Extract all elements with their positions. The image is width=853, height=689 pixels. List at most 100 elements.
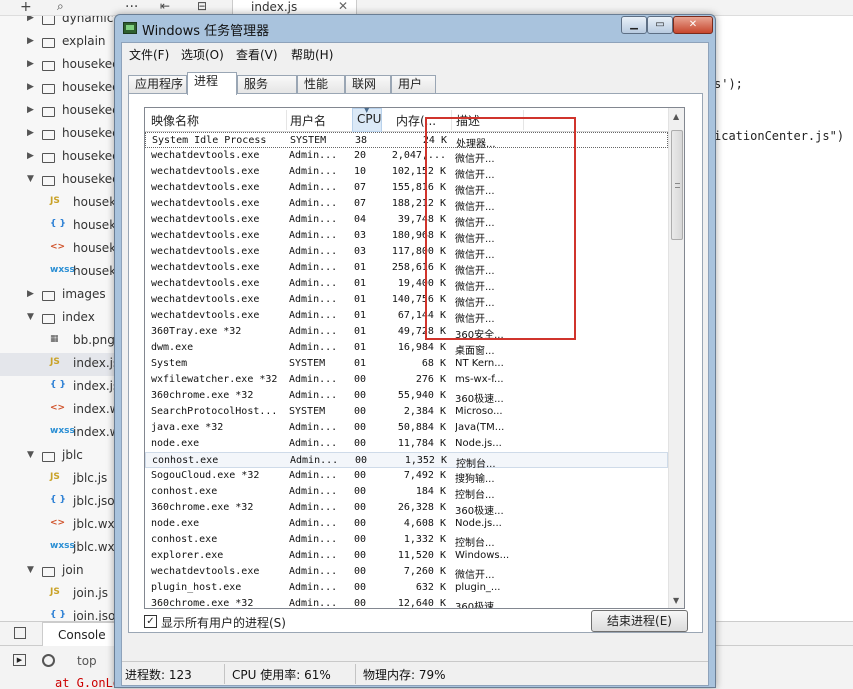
process-row[interactable]: System SYSTEM 01 68 K NT Kern... bbox=[145, 356, 668, 372]
minimize-button[interactable]: ▁ bbox=[621, 16, 647, 34]
back-arrow-icon[interactable]: ⇤ bbox=[160, 0, 170, 13]
tab-services[interactable]: 服务 bbox=[237, 75, 297, 94]
tree-item[interactable]: wxss index.w bbox=[0, 422, 117, 445]
tree-item[interactable]: ▼ index bbox=[0, 307, 117, 330]
show-all-users-checkbox[interactable]: ✓ 显示所有用户的进程(S) bbox=[144, 614, 344, 630]
tree-item[interactable]: { } index.js bbox=[0, 376, 117, 399]
tree-item[interactable]: ▶ housekee bbox=[0, 77, 117, 100]
tree-item[interactable]: ▼ jblc bbox=[0, 445, 117, 468]
process-row[interactable]: wechatdevtools.exe Admin... 01 140,756 K 微信开… bbox=[145, 292, 668, 309]
close-icon[interactable]: ✕ bbox=[338, 0, 348, 13]
end-process-button[interactable]: 结束进程(E) bbox=[591, 610, 688, 632]
column-image-name[interactable]: 映像名称 bbox=[151, 112, 199, 129]
clear-console-icon[interactable] bbox=[42, 654, 55, 667]
process-row[interactable]: wechatdevtools.exe Admin... 03 117,800 K 微信开… bbox=[145, 244, 668, 261]
tree-item[interactable]: <> housekee bbox=[0, 238, 117, 261]
tab-processes[interactable]: 进程 bbox=[187, 72, 237, 95]
tree-item[interactable]: JS housekee bbox=[0, 192, 117, 215]
scrollbar-thumb[interactable] bbox=[671, 130, 683, 240]
process-row[interactable]: wechatdevtools.exe Admin... 07 188,212 K 微信开… bbox=[145, 196, 668, 213]
process-row[interactable]: node.exe Admin... 00 4,608 K Node.js... bbox=[145, 516, 668, 532]
chevron-right-icon[interactable]: ▶ bbox=[27, 16, 34, 23]
chevron-right-icon[interactable]: ▶ bbox=[27, 289, 34, 299]
more-icon[interactable]: ··· bbox=[125, 0, 138, 15]
tree-item[interactable]: <> jblc.wxm bbox=[0, 514, 117, 537]
vertical-scrollbar[interactable]: ▲ ▼ bbox=[668, 108, 684, 608]
process-row[interactable]: plugin_host.exe Admin... 00 632 K plugin_... bbox=[145, 580, 668, 596]
chevron-down-icon[interactable]: ▼ bbox=[27, 312, 34, 322]
column-user-name[interactable]: 用户名 bbox=[290, 112, 326, 129]
checkbox-check-icon[interactable]: ✓ bbox=[144, 615, 157, 628]
tree-item[interactable]: wxsshousekee bbox=[0, 261, 117, 284]
menu-options[interactable]: 选项(O) bbox=[181, 46, 224, 63]
process-row[interactable]: 360chrome.exe *32 Admin... 00 26,328 K 360极速… bbox=[145, 500, 668, 517]
chevron-down-icon[interactable]: ▼ bbox=[27, 565, 34, 575]
tab-users[interactable]: 用户 bbox=[391, 75, 436, 94]
inspect-icon[interactable] bbox=[14, 627, 26, 639]
chevron-right-icon[interactable]: ▶ bbox=[27, 82, 34, 92]
process-row[interactable]: SearchProtocolHost... SYSTEM 00 2,384 K Micr… bbox=[145, 404, 668, 420]
process-list[interactable]: ▼ 映像名称 用户名 CPU 内存(... 描述 System Idle Pro… bbox=[144, 107, 685, 609]
process-row[interactable]: wxfilewatcher.exe *32 Admin... 00 276 K ms-w… bbox=[145, 372, 668, 388]
tree-item[interactable]: { } join.json bbox=[0, 606, 117, 621]
chevron-right-icon[interactable]: ▶ bbox=[27, 36, 34, 46]
tab-applications[interactable]: 应用程序 bbox=[128, 75, 187, 94]
tree-item[interactable]: JS join.js bbox=[0, 583, 117, 606]
add-icon[interactable]: + bbox=[20, 0, 32, 15]
menu-help[interactable]: 帮助(H) bbox=[291, 46, 333, 63]
tree-item[interactable]: wxss jblc.wxs bbox=[0, 537, 117, 560]
scroll-up-icon[interactable]: ▲ bbox=[673, 112, 679, 121]
process-row[interactable]: wechatdevtools.exe Admin... 10 102,152 K 微信开… bbox=[145, 164, 668, 181]
tree-item[interactable]: ▶ dynamic bbox=[0, 16, 117, 31]
tree-item[interactable]: ▶ housekee bbox=[0, 123, 117, 146]
process-row[interactable]: wechatdevtools.exe Admin... 01 19,400 K 微信开.… bbox=[145, 276, 668, 293]
scroll-down-icon[interactable]: ▼ bbox=[673, 596, 679, 605]
console-context-select[interactable]: top bbox=[77, 654, 97, 668]
tree-item[interactable]: ▶ explain bbox=[0, 31, 117, 54]
tree-item[interactable]: <> index.w bbox=[0, 399, 117, 422]
process-row[interactable]: conhost.exe Admin... 00 1,332 K 控制台... bbox=[145, 532, 668, 549]
process-row[interactable]: SogouCloud.exe *32 Admin... 00 7,492 K 搜狗输..… bbox=[145, 468, 668, 485]
column-cpu[interactable]: CPU bbox=[357, 112, 381, 126]
tree-item[interactable]: JS index.js bbox=[0, 353, 117, 376]
chevron-right-icon[interactable]: ▶ bbox=[27, 59, 34, 69]
chevron-right-icon[interactable]: ▶ bbox=[27, 105, 34, 115]
process-row[interactable]: wechatdevtools.exe Admin... 20 2,047,... 微信开… bbox=[145, 148, 668, 165]
process-row[interactable]: wechatdevtools.exe Admin... 01 258,616 K 微信开… bbox=[145, 260, 668, 277]
process-row[interactable]: dwm.exe Admin... 01 16,984 K 桌面窗... bbox=[145, 340, 668, 357]
tree-item[interactable]: ▼ housekee bbox=[0, 169, 117, 192]
chevron-down-icon[interactable]: ▼ bbox=[27, 174, 34, 184]
split-icon[interactable]: ⊟ bbox=[197, 0, 207, 13]
process-row[interactable]: 360Tray.exe *32 Admin... 01 49,728 K 360安全..… bbox=[145, 324, 668, 341]
process-row[interactable]: wechatdevtools.exe Admin... 04 39,748 K 微信开.… bbox=[145, 212, 668, 229]
process-row[interactable]: wechatdevtools.exe Admin... 01 67,144 K 微信开.… bbox=[145, 308, 668, 325]
tree-item[interactable]: ▦ bb.png bbox=[0, 330, 117, 353]
process-row[interactable]: wechatdevtools.exe Admin... 07 155,816 K 微信开… bbox=[145, 180, 668, 197]
chevron-right-icon[interactable]: ▶ bbox=[27, 128, 34, 138]
tree-item[interactable]: ▼ join bbox=[0, 560, 117, 583]
close-button[interactable]: ✕ bbox=[673, 16, 713, 34]
process-row[interactable]: 360chrome.exe *32 Admin... 00 12,640 K 360极速… bbox=[145, 596, 668, 608]
tree-item[interactable]: { } jblc.json bbox=[0, 491, 117, 514]
process-row[interactable]: 360chrome.exe *32 Admin... 00 55,940 K 360极速… bbox=[145, 388, 668, 405]
search-icon[interactable]: ⌕ bbox=[57, 0, 64, 14]
process-row[interactable]: node.exe Admin... 00 11,784 K Node.js... bbox=[145, 436, 668, 452]
tree-item[interactable]: JS jblc.js bbox=[0, 468, 117, 491]
process-row[interactable]: conhost.exe Admin... 00 184 K 控制台... bbox=[145, 484, 668, 501]
tab-performance[interactable]: 性能 bbox=[297, 75, 345, 94]
code-editor[interactable]: s'); icationCenter.js") bbox=[714, 0, 853, 689]
process-row[interactable]: System Idle Process SYSTEM 38 24 K 处理器... bbox=[145, 132, 668, 150]
tree-item[interactable]: ▶ housekee bbox=[0, 54, 117, 77]
tree-item[interactable]: ▶ housekee bbox=[0, 100, 117, 123]
chevron-down-icon[interactable]: ▼ bbox=[27, 450, 34, 460]
maximize-button[interactable]: ▭ bbox=[647, 16, 673, 34]
title-bar[interactable]: Windows 任务管理器 ▁ ▭ ✕ bbox=[115, 15, 715, 41]
tree-item[interactable]: ▶ housekee bbox=[0, 146, 117, 169]
chevron-right-icon[interactable]: ▶ bbox=[27, 151, 34, 161]
tree-item[interactable]: ▶ images bbox=[0, 284, 117, 307]
process-row[interactable]: wechatdevtools.exe Admin... 03 180,968 K 微信开… bbox=[145, 228, 668, 245]
process-row[interactable]: explorer.exe Admin... 00 11,520 K Windows... bbox=[145, 548, 668, 564]
menu-file[interactable]: 文件(F) bbox=[129, 46, 169, 63]
tab-console[interactable]: Console bbox=[42, 622, 118, 646]
process-row[interactable]: wechatdevtools.exe Admin... 00 7,260 K 微信开..… bbox=[145, 564, 668, 581]
